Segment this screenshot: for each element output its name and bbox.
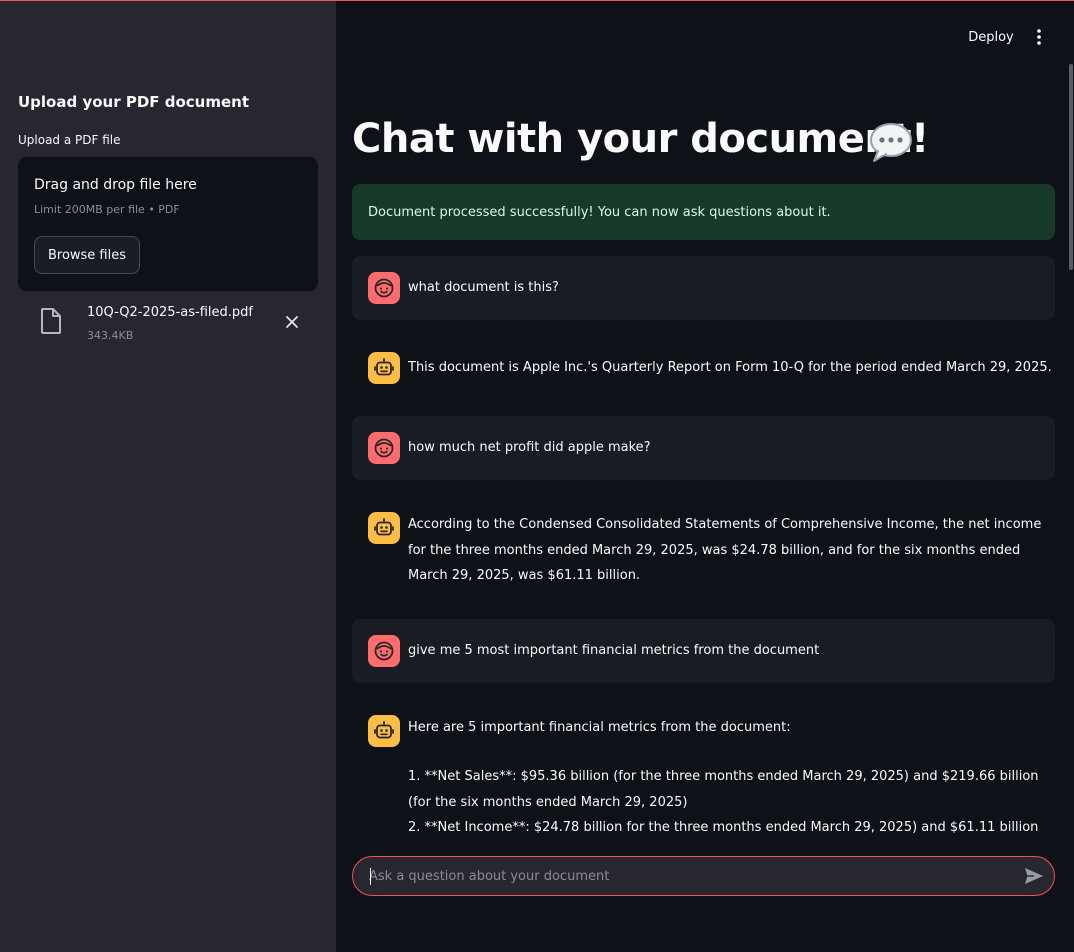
message-line: This document is Apple Inc.'s Quarterly … [408, 360, 1052, 375]
file-size: 343.4KB [87, 329, 134, 342]
success-alert: Document processed successfully! You can… [352, 184, 1055, 240]
top-accent-line [0, 0, 1074, 1]
file-dropzone[interactable]: Drag and drop file here Limit 200MB per … [18, 157, 318, 291]
chat-message-assistant: According to the Condensed Consolidated … [352, 496, 1055, 604]
chat-message-user: give me 5 most important financial metri… [352, 619, 1055, 683]
dropzone-title: Drag and drop file here [34, 177, 197, 193]
send-arrow-icon[interactable] [1023, 866, 1045, 886]
message-line: for the three months ended March 29, 202… [408, 542, 1021, 558]
message-line: give me 5 most important financial metri… [408, 643, 820, 658]
sidebar-title: Upload your PDF document [18, 93, 250, 111]
message-line: March 29, 2025, was $61.11 billion. [408, 568, 641, 583]
message-line: how much net profit did apple make? [408, 440, 651, 455]
smiley-face-icon [374, 641, 394, 661]
smiley-face-icon [374, 438, 394, 458]
assistant-avatar [368, 352, 400, 384]
sidebar: Upload your PDF document Upload a PDF fi… [0, 0, 336, 952]
smiley-face-icon [374, 278, 394, 298]
file-icon [40, 308, 62, 338]
browse-files-button[interactable]: Browse files [34, 236, 140, 274]
message-line: (for the six months ended March 29, 2025… [408, 794, 688, 810]
robot-face-icon [374, 721, 394, 739]
file-name: 10Q-Q2-2025-as-filed.pdf [87, 305, 253, 320]
message-line: what document is this? [408, 280, 559, 295]
message-line: 1. **Net Sales**: $95.36 billion (for th… [408, 769, 1039, 784]
dropzone-limit: Limit 200MB per file • PDF [34, 203, 180, 216]
message-line: 2. **Net Income**: $24.78 billion for th… [408, 820, 1039, 835]
chat-message-assistant: This document is Apple Inc.'s Quarterly … [352, 336, 1055, 400]
user-avatar [368, 635, 400, 667]
message-line: According to the Condensed Consolidated … [408, 517, 1042, 532]
uploader-label: Upload a PDF file [18, 133, 121, 147]
remove-file-close-icon[interactable] [284, 314, 300, 330]
text-caret [370, 868, 371, 885]
robot-face-icon [374, 358, 394, 376]
user-avatar [368, 272, 400, 304]
chat-message-assistant: Here are 5 important financial metrics f… [352, 699, 1055, 845]
deploy-button[interactable]: Deploy [962, 26, 1020, 48]
main-menu-kebab-icon[interactable] [1031, 27, 1047, 47]
assistant-avatar [368, 715, 400, 747]
speech-bubble-icon [868, 120, 914, 168]
chat-message-user: how much net profit did apple make? [352, 416, 1055, 480]
robot-face-icon [374, 518, 394, 536]
message-line: Here are 5 important financial metrics f… [408, 720, 791, 735]
chat-message-user: what document is this? [352, 256, 1055, 320]
scrollbar-thumb[interactable] [1069, 64, 1073, 270]
chat-input[interactable] [369, 857, 1009, 895]
assistant-avatar [368, 512, 400, 544]
uploaded-file: 10Q-Q2-2025-as-filed.pdf 343.4KB [40, 303, 310, 347]
chat-input-container [352, 856, 1055, 896]
page-title: Chat with your document! [352, 116, 929, 162]
user-avatar [368, 432, 400, 464]
